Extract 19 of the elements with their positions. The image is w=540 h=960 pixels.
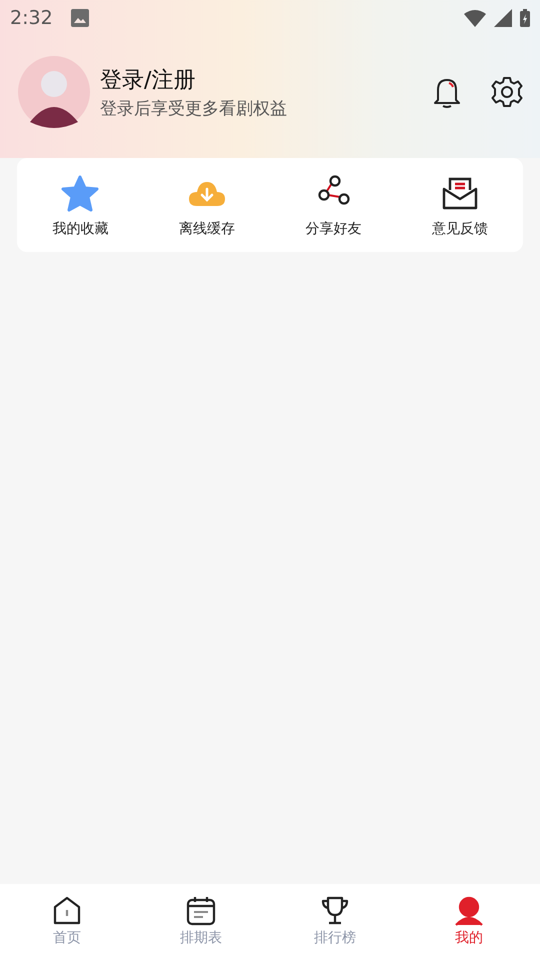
settings-icon[interactable] bbox=[490, 75, 524, 109]
calendar-icon bbox=[185, 895, 217, 927]
person-icon bbox=[453, 895, 485, 927]
avatar[interactable] bbox=[18, 56, 90, 128]
login-register-link[interactable]: 登录/注册 bbox=[100, 64, 404, 94]
home-icon bbox=[51, 895, 83, 927]
image-icon bbox=[70, 9, 89, 27]
shortcut-item[interactable]: 我的收藏 bbox=[17, 174, 144, 238]
nav-tab[interactable]: 我的 bbox=[402, 895, 536, 947]
shortcut-item[interactable]: 意见反馈 bbox=[396, 174, 523, 238]
status-time: 2:32 bbox=[10, 7, 53, 29]
battery-icon bbox=[520, 9, 530, 27]
trophy-icon bbox=[319, 895, 351, 927]
star-icon bbox=[60, 174, 100, 214]
login-benefits-text: 登录后享受更多看剧权益 bbox=[100, 98, 288, 120]
signal-icon bbox=[494, 9, 512, 27]
wifi-icon bbox=[464, 9, 486, 27]
shortcut-item[interactable]: 离线缓存 bbox=[144, 174, 270, 238]
shortcut-item[interactable]: 分享好友 bbox=[270, 174, 396, 238]
